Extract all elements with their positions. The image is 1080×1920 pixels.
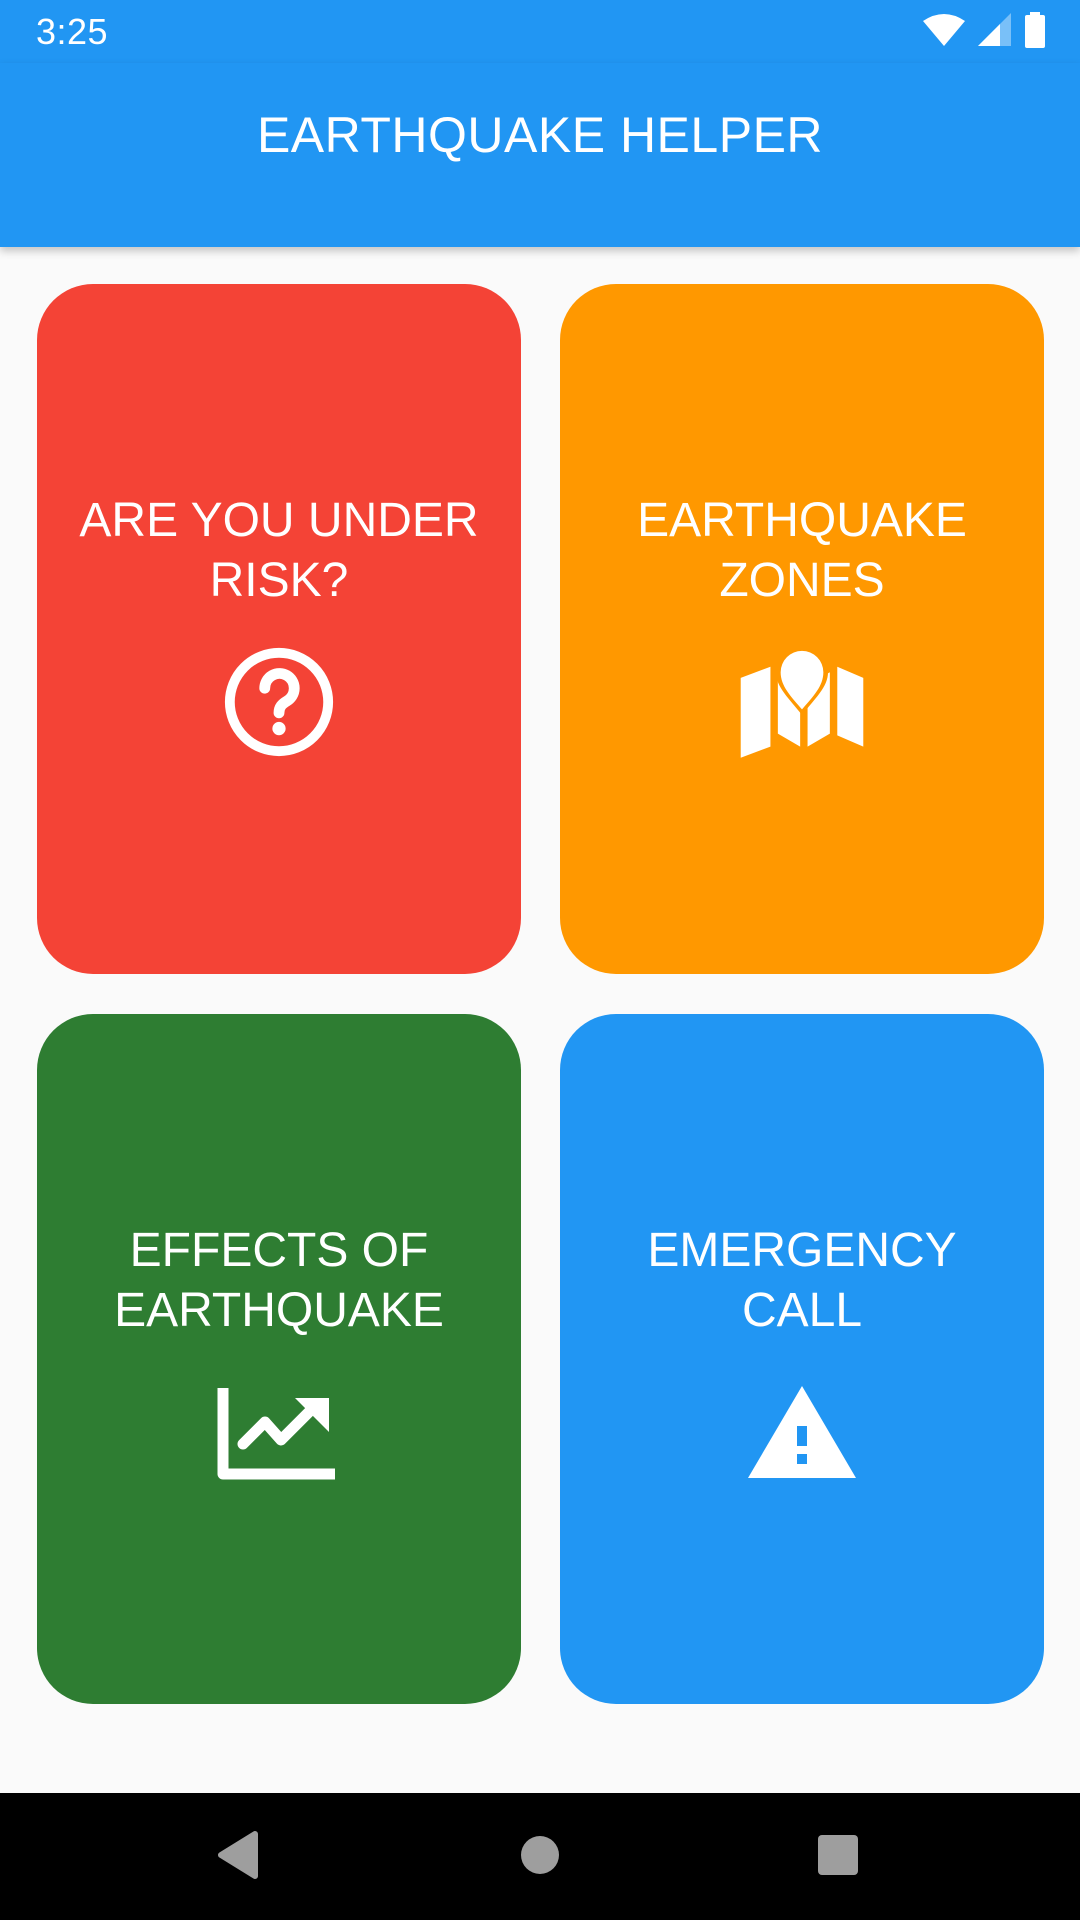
warning-icon: [737, 1367, 867, 1497]
navigation-bar: [0, 1793, 1080, 1920]
zones-card[interactable]: EARTHQUAKE ZONES: [560, 284, 1044, 974]
wifi-icon: [922, 13, 966, 52]
cellular-signal-icon: [978, 12, 1012, 52]
recents-button[interactable]: [802, 1821, 874, 1893]
trending-chart-icon: [214, 1367, 344, 1497]
dashboard-grid: ARE YOU UNDER RISK? EARTHQUAKE ZONES EFF…: [0, 247, 1080, 1793]
card-title-emergency: EMERGENCY CALL: [647, 1224, 957, 1337]
status-icons: [922, 11, 1046, 53]
help-circle-icon: [214, 637, 344, 767]
emergency-card[interactable]: EMERGENCY CALL: [560, 1014, 1044, 1704]
home-icon: [520, 1835, 560, 1880]
card-title-effects: EFFECTS OF EARTHQUAKE: [114, 1224, 444, 1337]
recents-icon: [818, 1834, 858, 1880]
risk-card[interactable]: ARE YOU UNDER RISK?: [37, 284, 521, 974]
battery-icon: [1024, 11, 1046, 53]
app-title: EARTHQUAKE HELPER: [256, 107, 824, 163]
app-bar: EARTHQUAKE HELPER: [0, 63, 1080, 247]
status-time: 3:25: [36, 11, 109, 52]
home-button[interactable]: [504, 1821, 576, 1893]
effects-card[interactable]: EFFECTS OF EARTHQUAKE: [37, 1014, 521, 1704]
status-bar: 3:25: [0, 0, 1080, 63]
map-pin-icon: [737, 637, 867, 767]
back-button[interactable]: [202, 1821, 274, 1893]
card-title-zones: EARTHQUAKE ZONES: [637, 494, 967, 607]
back-icon: [215, 1830, 261, 1885]
card-title-risk: ARE YOU UNDER RISK?: [79, 494, 479, 607]
